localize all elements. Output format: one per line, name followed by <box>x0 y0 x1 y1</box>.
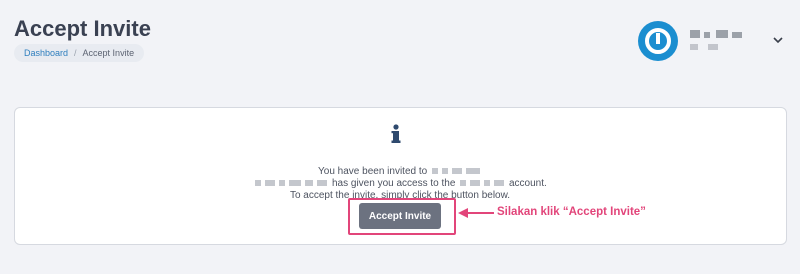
info-icon <box>390 124 402 144</box>
power-icon <box>645 28 671 54</box>
invite-line-2: has given you access to the account. <box>0 178 800 189</box>
user-name-redacted <box>686 26 766 56</box>
chevron-down-icon[interactable] <box>773 35 783 45</box>
accept-invite-button[interactable]: Accept Invite <box>359 203 441 229</box>
user-menu[interactable] <box>638 20 788 62</box>
breadcrumb-separator: / <box>74 48 77 58</box>
annotation-label: Silakan klik “Accept Invite” <box>497 206 646 218</box>
invite-line-2-end: account. <box>508 178 547 189</box>
page-title: Accept Invite <box>14 16 151 41</box>
invite-line-1-text: You have been invited to <box>318 166 428 177</box>
invite-line-1: You have been invited to <box>0 166 800 177</box>
breadcrumb: Dashboard / Accept Invite <box>14 44 145 62</box>
breadcrumb-dashboard-link[interactable]: Dashboard <box>24 44 68 62</box>
annotation-arrow-icon <box>458 208 494 218</box>
invite-line-2-text: has given you access to the <box>331 178 456 189</box>
avatar[interactable] <box>638 21 678 61</box>
breadcrumb-current: Accept Invite <box>82 48 135 58</box>
